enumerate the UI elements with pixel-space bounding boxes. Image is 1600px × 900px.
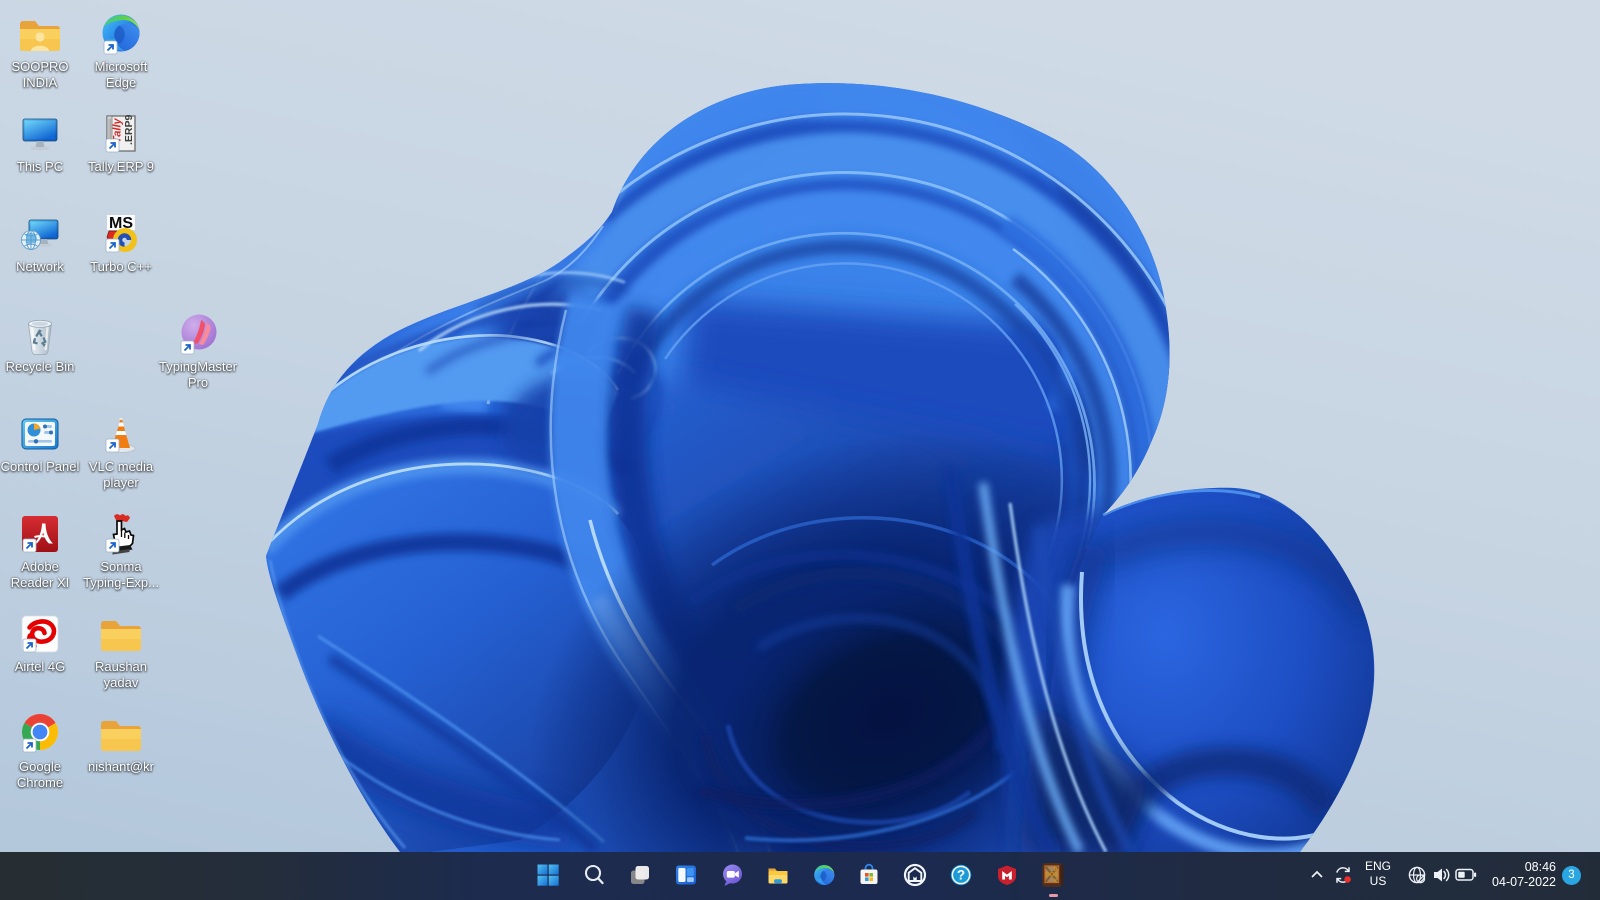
svg-text:?: ? <box>957 868 965 883</box>
svg-text:X: X <box>1054 878 1058 884</box>
svg-text:.ERP9: .ERP9 <box>123 114 135 145</box>
svg-text:B: B <box>1054 867 1058 873</box>
